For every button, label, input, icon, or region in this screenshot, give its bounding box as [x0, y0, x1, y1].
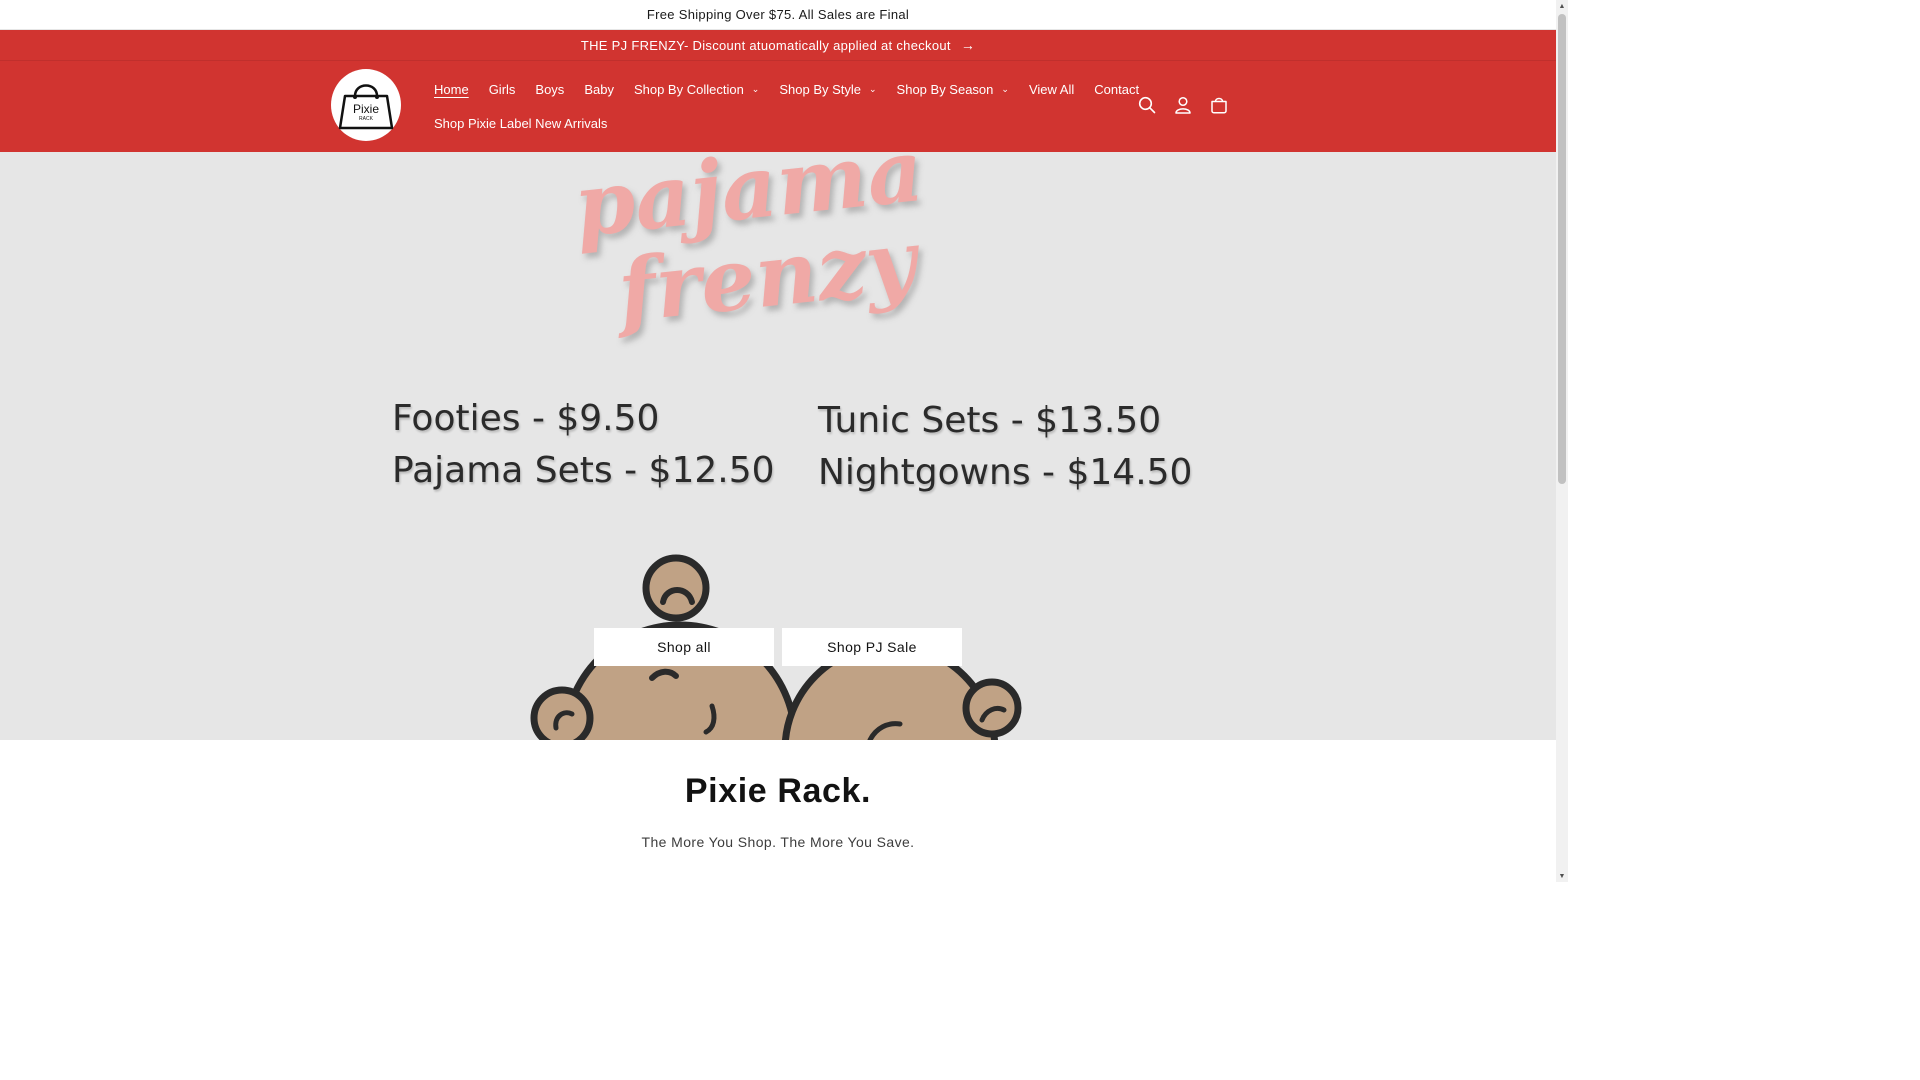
chevron-down-icon[interactable]: ⌄ — [752, 84, 760, 95]
scroll-down-icon[interactable]: ▼ — [1556, 870, 1568, 882]
nav-label[interactable]: Girls — [489, 82, 516, 97]
price-pajama-sets: Pajama Sets - $12.50 — [392, 450, 775, 491]
scrollbar-thumb[interactable] — [1558, 14, 1566, 484]
brand-subtitle: The More You Shop. The More You Save. — [641, 834, 915, 850]
nav-item-shop-by-season[interactable]: Shop By Season ⌄ — [897, 82, 1009, 97]
nav-label[interactable]: Contact — [1094, 82, 1139, 97]
bag-icon: Pixie RACK — [337, 78, 395, 132]
page: Free Shipping Over $75. All Sales are Fi… — [0, 0, 1568, 882]
nav-label[interactable]: View All — [1029, 82, 1074, 97]
nav-label[interactable]: Baby — [584, 82, 614, 97]
hero-banner: pajama frenzy Footies - $9.50 Pajama Set… — [0, 152, 1556, 740]
price-nightgowns: Nightgowns - $14.50 — [818, 452, 1193, 493]
store-logo[interactable]: Pixie RACK — [331, 69, 401, 141]
nav-row-secondary: Shop Pixie Label New Arrivals — [434, 109, 1159, 137]
nav-item-shop-by-style[interactable]: Shop By Style ⌄ — [779, 82, 876, 97]
nav-label[interactable]: Shop By Season — [897, 82, 994, 97]
nav-label[interactable]: Shop Pixie Label New Arrivals — [434, 116, 607, 131]
shop-all-button[interactable]: Shop all — [594, 628, 774, 666]
nav-label[interactable]: Shop By Collection — [634, 82, 744, 97]
announcement-bar: Free Shipping Over $75. All Sales are Fi… — [0, 0, 1556, 30]
nav-item-contact[interactable]: Contact — [1094, 82, 1139, 97]
nav-item-shop-by-collection[interactable]: Shop By Collection ⌄ — [634, 82, 759, 97]
promo-bar[interactable]: THE PJ FRENZY- Discount atuomatically ap… — [0, 30, 1556, 61]
cart-icon[interactable] — [1208, 94, 1230, 116]
promo-text[interactable]: THE PJ FRENZY- Discount atuomatically ap… — [581, 38, 951, 53]
brand-title: Pixie Rack. — [684, 772, 872, 810]
search-icon[interactable] — [1136, 94, 1158, 116]
nav-label[interactable]: Home — [434, 82, 469, 97]
nav-item-girls[interactable]: Girls — [489, 82, 516, 97]
chevron-down-icon[interactable]: ⌄ — [1001, 84, 1009, 95]
site-header: Pixie RACK Home Girls Boys Baby Shop By … — [0, 61, 1556, 152]
nav-item-view-all[interactable]: View All — [1029, 82, 1074, 97]
price-tunic-sets: Tunic Sets - $13.50 — [818, 400, 1162, 441]
logo-text: Pixie — [352, 102, 379, 116]
arrow-right-icon[interactable]: → — [961, 37, 975, 53]
scroll-up-icon[interactable]: ▲ — [1556, 0, 1568, 12]
nav-item-home[interactable]: Home — [434, 82, 469, 97]
nav-item-pixie-label-new-arrivals[interactable]: Shop Pixie Label New Arrivals — [434, 116, 607, 131]
nav-item-boys[interactable]: Boys — [535, 82, 564, 97]
vertical-scrollbar[interactable]: ▲ ▼ — [1556, 0, 1568, 882]
chevron-down-icon[interactable]: ⌄ — [869, 84, 877, 95]
shop-pj-sale-button[interactable]: Shop PJ Sale — [782, 628, 962, 666]
logo-subtext: RACK — [359, 116, 373, 122]
nav-item-baby[interactable]: Baby — [584, 82, 614, 97]
price-footies: Footies - $9.50 — [392, 398, 660, 439]
nav-row-primary: Home Girls Boys Baby Shop By Collection … — [434, 75, 1159, 103]
nav-label[interactable]: Boys — [535, 82, 564, 97]
header-icons — [1136, 94, 1230, 116]
account-icon[interactable] — [1172, 94, 1194, 116]
announcement-text: Free Shipping Over $75. All Sales are Fi… — [646, 7, 910, 22]
main-nav: Home Girls Boys Baby Shop By Collection … — [434, 75, 1159, 137]
nav-label[interactable]: Shop By Style — [779, 82, 861, 97]
